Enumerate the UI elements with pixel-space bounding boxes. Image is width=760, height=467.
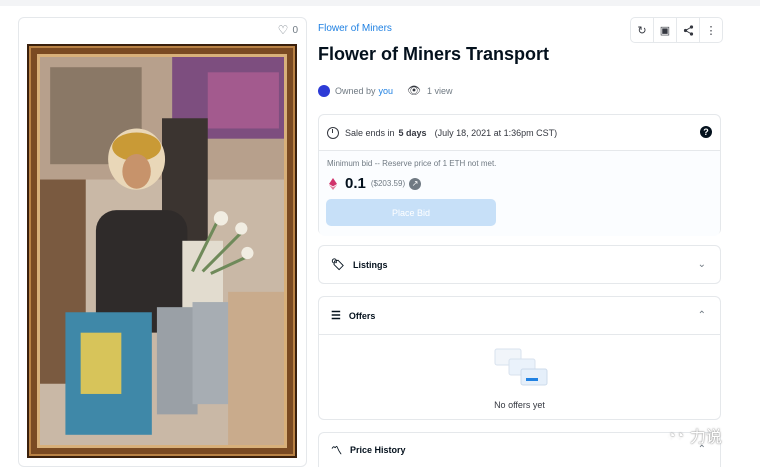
more-icon: ⋮ <box>705 24 717 37</box>
watermark-text: 力说 <box>689 429 722 446</box>
empty-offers-icon <box>494 348 547 386</box>
share-button[interactable] <box>677 18 700 42</box>
owner-link[interactable]: you <box>379 86 394 96</box>
eye-icon: 👁 <box>407 85 422 97</box>
view-count: 1 view <box>427 85 453 96</box>
share-icon <box>683 24 693 36</box>
price-history-panel[interactable]: 〽 Price History ⌃ <box>318 432 721 467</box>
chevron-up-icon[interactable]: ⌃ <box>698 310 706 321</box>
offers-panel: ☰ Offers ⌃ No offers yet <box>318 296 721 420</box>
help-icon[interactable]: ? <box>700 126 712 138</box>
clock-icon <box>327 126 339 139</box>
more-button[interactable]: ⋮ <box>700 18 722 42</box>
owned-by-label: Owned by <box>335 85 376 96</box>
listings-panel[interactable]: 🏷 Listings ⌄ <box>318 245 721 284</box>
heart-icon: ♡ <box>277 23 289 37</box>
artwork-image <box>37 54 287 448</box>
chat-bubble-icon: ◔◔ <box>667 427 684 443</box>
gift-button[interactable]: ▣ <box>654 18 677 42</box>
owner-line: Owned by you 👁 1 view <box>318 84 453 97</box>
collection-link[interactable]: Flower of Miners <box>318 23 392 34</box>
chevron-down-icon[interactable]: ⌄ <box>698 259 706 270</box>
artwork-frame[interactable] <box>27 44 297 458</box>
price-history-label: Price History <box>350 445 406 455</box>
sale-ends-prefix: Sale ends in <box>345 127 395 138</box>
watermark: ◔◔ 力说 <box>667 423 722 447</box>
favorite-count: 0 <box>292 24 298 36</box>
sale-header: Sale ends in 5 days (July 18, 2021 at 1:… <box>319 115 720 151</box>
offers-label: Offers <box>348 310 376 321</box>
sale-panel: Sale ends in 5 days (July 18, 2021 at 1:… <box>318 114 721 236</box>
listings-label: Listings <box>352 259 388 270</box>
minimum-bid-note: Minimum bid -- Reserve price of 1 ETH no… <box>327 159 497 168</box>
sale-end-date: (July 18, 2021 at 1:36pm CST) <box>434 127 558 138</box>
offers-empty-state: No offers yet <box>319 347 720 410</box>
action-toolbar: ↻ ▣ ⋮ <box>630 17 723 43</box>
sale-ends-duration: 5 days <box>398 127 427 138</box>
refresh-icon: ↻ <box>637 24 647 37</box>
refresh-button[interactable]: ↻ <box>631 18 654 42</box>
artwork-card: ♡ 0 <box>18 17 307 467</box>
chart-line-icon: 〽 <box>331 445 342 457</box>
ethereum-icon <box>329 177 337 190</box>
current-price: 0.1 ($203.59) ↗ <box>329 175 422 192</box>
owner-avatar <box>318 84 330 97</box>
painting-illustration <box>40 57 284 445</box>
price-eth: 0.1 <box>345 175 366 192</box>
asset-title: Flower of Miners Transport <box>318 44 550 64</box>
tag-icon: 🏷 <box>331 259 345 271</box>
list-icon: ☰ <box>331 310 341 322</box>
offers-header[interactable]: ☰ Offers <box>319 297 720 335</box>
trend-icon: ↗ <box>409 177 422 190</box>
price-usd: ($203.59) <box>370 179 406 188</box>
gift-icon: ▣ <box>659 24 671 37</box>
favorite-button[interactable]: ♡ 0 <box>278 24 298 36</box>
price-history-header[interactable]: 〽 Price History <box>319 433 720 467</box>
no-offers-text: No offers yet <box>494 400 545 410</box>
browser-top-strip <box>0 0 760 6</box>
listings-header[interactable]: 🏷 Listings <box>319 246 720 283</box>
place-bid-button[interactable]: Place Bid <box>326 199 496 226</box>
